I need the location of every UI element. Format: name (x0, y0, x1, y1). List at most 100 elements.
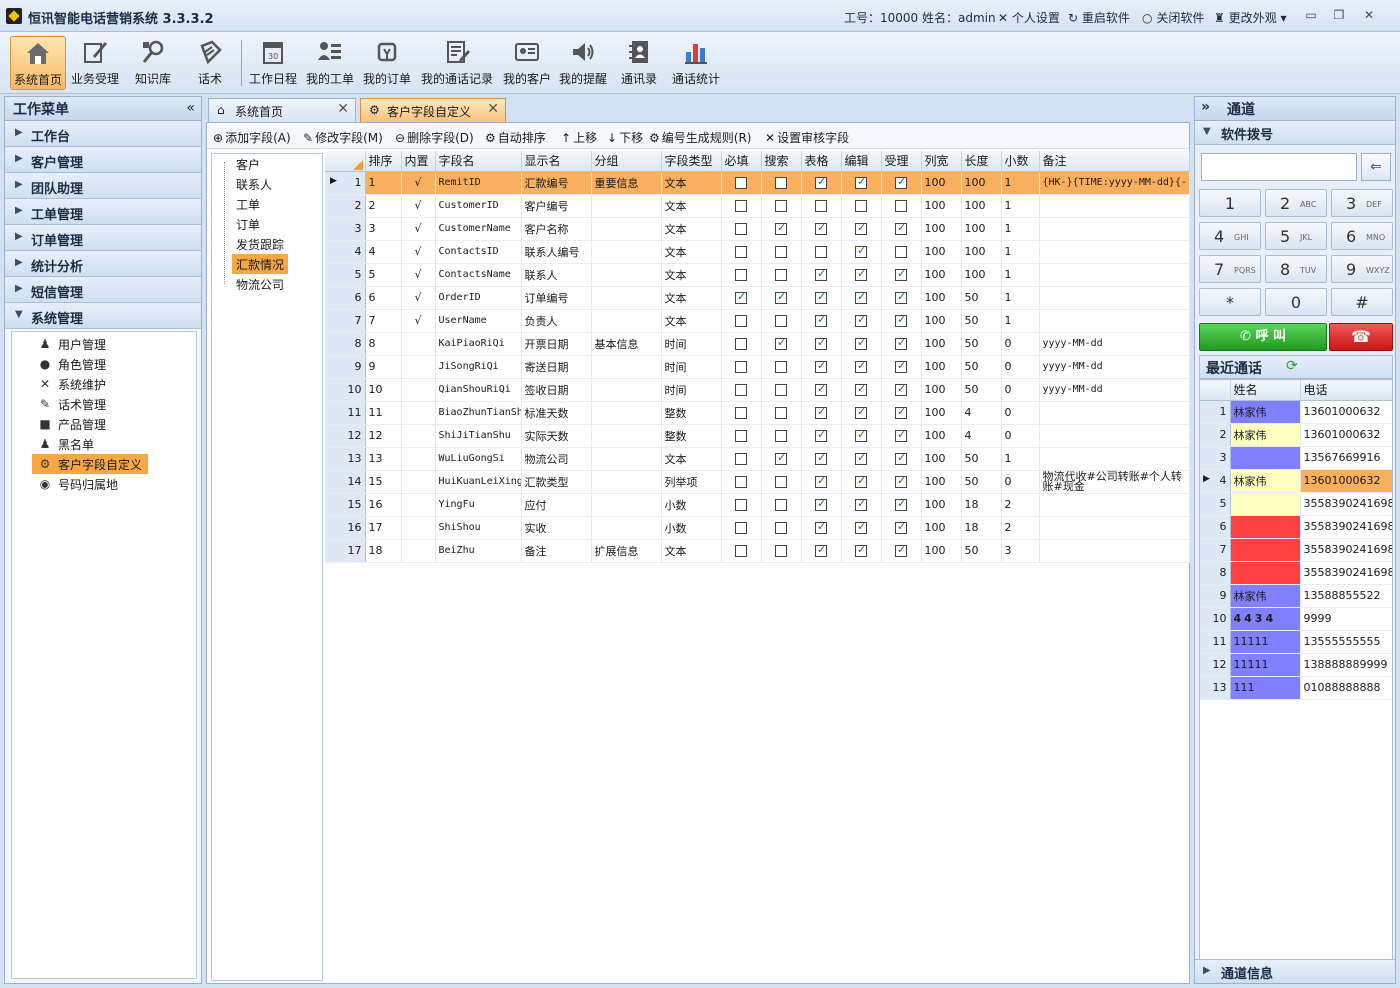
checkbox[interactable] (815, 246, 827, 258)
cell-group[interactable] (591, 217, 662, 241)
close-icon[interactable]: ✕ (487, 101, 499, 117)
row-header[interactable]: ▶ 4 (1200, 469, 1231, 493)
cell-group[interactable] (591, 470, 662, 494)
change-skin-link[interactable]: ♜ 更改外观 ▾ (1214, 9, 1286, 26)
dial-key[interactable]: # (1331, 288, 1393, 316)
cell-builtin[interactable] (401, 424, 436, 448)
minimize-button[interactable]: ▭ (1300, 6, 1322, 24)
checkbox[interactable] (735, 290, 747, 304)
cell-type[interactable]: 文本 (661, 286, 722, 310)
close-icon[interactable]: ✕ (337, 101, 349, 117)
cell-group[interactable] (591, 447, 662, 471)
cell-type[interactable]: 文本 (661, 309, 722, 333)
row-header[interactable]: 4 (325, 240, 366, 264)
audit-fields-button[interactable]: ✕ 设置审核字段 (765, 129, 849, 146)
tab-custom-fields[interactable]: ⚙ 客户字段自定义 ✕ (360, 98, 506, 122)
cell-remark[interactable]: {HK-}{TIME:yyyy-MM-dd}{- (1039, 171, 1190, 195)
cell-dec[interactable]: 1 (1001, 447, 1040, 471)
cell-builtin[interactable] (401, 470, 436, 494)
cell-builtin[interactable] (401, 355, 436, 379)
table-row[interactable]: ▶ 4 林家伟 13601000632 (1200, 469, 1392, 493)
table-row[interactable]: 1010 QianShouRiQi签收日期 时间 100500yyyy-MM-dd (325, 378, 1190, 402)
cell-type[interactable]: 时间 (661, 355, 722, 379)
table-row[interactable]: ▶11√RemitID汇款编号重要信息文本1001001{HK-}{TIME:y… (325, 171, 1190, 195)
cell-display[interactable]: 备注 (521, 539, 592, 563)
close-software-link[interactable]: ○ 关闭软件 (1142, 9, 1204, 26)
cell-group[interactable]: 基本信息 (591, 332, 662, 356)
edit-field-button[interactable]: ✎ 修改字段(M) (303, 129, 383, 146)
checkbox[interactable] (815, 175, 827, 189)
cell-len[interactable]: 18 (961, 493, 1002, 517)
cell-builtin[interactable]: √ (401, 240, 436, 264)
tool-call-records[interactable]: 我的通话记录 (418, 36, 496, 90)
cell-dec[interactable]: 1 (1001, 240, 1040, 264)
cell-field[interactable]: JiSongRiQi (435, 355, 522, 379)
menu-group-system[interactable]: ▼ 系统管理 (5, 303, 201, 329)
cell-dec[interactable]: 3 (1001, 539, 1040, 563)
cell-dec[interactable]: 0 (1001, 332, 1040, 356)
cell-len[interactable]: 4 (961, 401, 1002, 425)
checkbox[interactable] (855, 200, 867, 212)
checkbox[interactable] (855, 267, 867, 281)
row-header[interactable]: 7 (325, 309, 366, 333)
table-row[interactable]: 7 355839024169890 (1200, 538, 1392, 562)
checkbox[interactable] (735, 453, 747, 465)
cell-len[interactable]: 50 (961, 332, 1002, 356)
cell-group[interactable] (591, 286, 662, 310)
dial-key[interactable]: * (1199, 288, 1261, 316)
cell-sort[interactable]: 15 (365, 470, 402, 494)
cell-field[interactable]: BiaoZhunTianShu (435, 401, 522, 425)
row-header[interactable]: 8 (1200, 561, 1231, 585)
cell-name[interactable]: 11111 (1230, 630, 1301, 654)
cell-display[interactable]: 负责人 (521, 309, 592, 333)
checkbox[interactable] (775, 200, 787, 212)
dial-key[interactable]: 2 ABC (1265, 189, 1327, 217)
cell-phone[interactable]: 138888889999 (1300, 653, 1392, 677)
move-up-button[interactable]: ↑ 上移 (561, 129, 597, 146)
row-header[interactable]: ▶ 1 (325, 171, 366, 195)
cell-len[interactable]: 50 (961, 286, 1002, 310)
checkbox[interactable] (855, 359, 867, 373)
cell-remark[interactable] (1039, 401, 1190, 425)
table-row[interactable]: 10 4434 9999 (1200, 607, 1392, 631)
numbering-rule-button[interactable]: ⚙ 编号生成规则(R) (649, 129, 751, 146)
move-down-button[interactable]: ↓ 下移 (607, 129, 643, 146)
cell-width[interactable]: 100 (921, 516, 962, 540)
table-row[interactable]: 1313 WuLiuGongSi物流公司 文本 100501 (325, 447, 1190, 471)
checkbox[interactable] (735, 223, 747, 235)
menu-group-tickets[interactable]: ▶ 工单管理 (5, 199, 201, 225)
dial-key[interactable]: 3 DEF (1331, 189, 1393, 217)
row-header[interactable]: 13 (325, 447, 366, 471)
table-row[interactable]: 3 13567669916 (1200, 446, 1392, 470)
cell-phone[interactable]: 9999 (1300, 607, 1392, 631)
checkbox[interactable] (735, 246, 747, 258)
checkbox[interactable] (855, 313, 867, 327)
cell-display[interactable]: 签收日期 (521, 378, 592, 402)
cell-remark[interactable] (1039, 240, 1190, 264)
cell-phone[interactable]: 355839024169890 (1300, 492, 1392, 516)
table-row[interactable]: 1212 ShiJiTianShu实际天数 整数 10040 (325, 424, 1190, 448)
tool-my-orders[interactable]: 我的订单 (360, 36, 414, 90)
checkbox[interactable] (775, 384, 787, 396)
cell-phone[interactable]: 13567669916 (1300, 446, 1392, 470)
row-header[interactable]: 9 (325, 355, 366, 379)
cell-display[interactable]: 订单编号 (521, 286, 592, 310)
restore-button[interactable]: ❐ (1328, 6, 1350, 24)
row-header[interactable]: 6 (1200, 515, 1231, 539)
grid-col-header[interactable]: 长度 (961, 151, 1002, 172)
tool-knowledge[interactable]: 知识库 (126, 36, 180, 90)
checkbox[interactable] (895, 543, 907, 557)
tree-item-ticket[interactable]: 工单 (232, 194, 264, 214)
cell-width[interactable]: 100 (921, 240, 962, 264)
menu-group-sms[interactable]: ▶ 短信管理 (5, 277, 201, 303)
checkbox[interactable] (775, 269, 787, 281)
cell-name[interactable]: 林家伟 (1230, 423, 1301, 447)
row-header[interactable]: 11 (325, 401, 366, 425)
channel-info-header[interactable]: ▶ 通道信息 (1195, 959, 1395, 983)
cell-display[interactable]: 寄送日期 (521, 355, 592, 379)
cell-remark[interactable] (1039, 286, 1190, 310)
checkbox[interactable] (735, 200, 747, 212)
cell-sort[interactable]: 17 (365, 516, 402, 540)
cell-sort[interactable]: 3 (365, 217, 402, 241)
row-header[interactable]: 16 (325, 516, 366, 540)
